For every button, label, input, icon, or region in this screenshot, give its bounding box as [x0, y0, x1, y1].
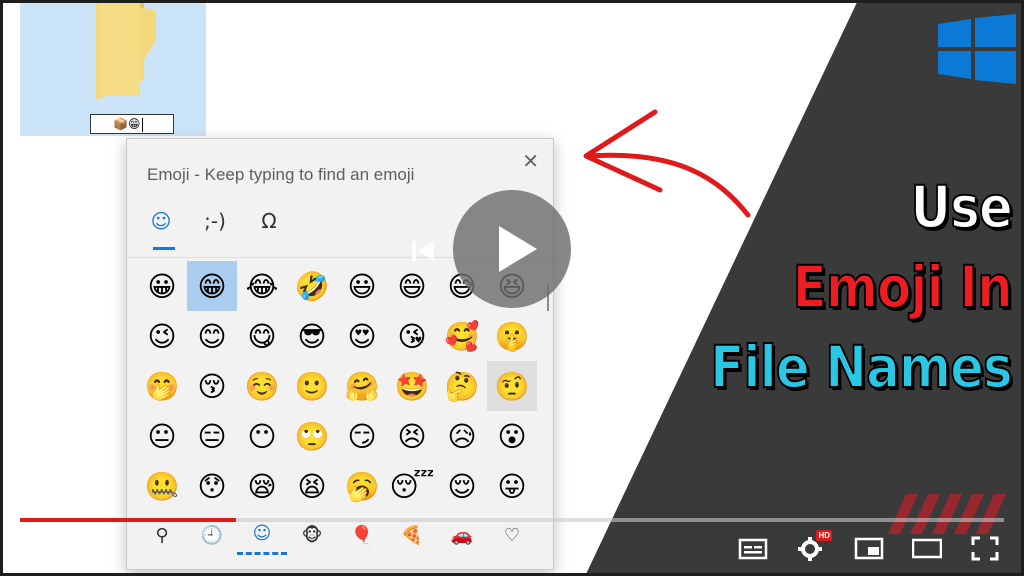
- player-controls: HD: [738, 530, 1000, 562]
- windows-logo-icon: [938, 14, 1016, 84]
- hd-badge: HD: [816, 530, 832, 541]
- title-line-1: Use: [910, 173, 1014, 241]
- theater-mode-icon[interactable]: [912, 534, 942, 562]
- title-line-3: File Names: [709, 333, 1013, 401]
- settings-button[interactable]: HD: [796, 530, 832, 562]
- progress-fill: [20, 518, 237, 522]
- fullscreen-icon[interactable]: [970, 534, 1000, 562]
- play-icon: [499, 226, 537, 272]
- miniplayer-icon[interactable]: [854, 534, 884, 562]
- channel-logo-icon: [888, 494, 1006, 534]
- title-line-2: Emoji In: [792, 253, 1014, 321]
- subtitles-icon[interactable]: [738, 534, 768, 562]
- play-button[interactable]: [453, 190, 571, 308]
